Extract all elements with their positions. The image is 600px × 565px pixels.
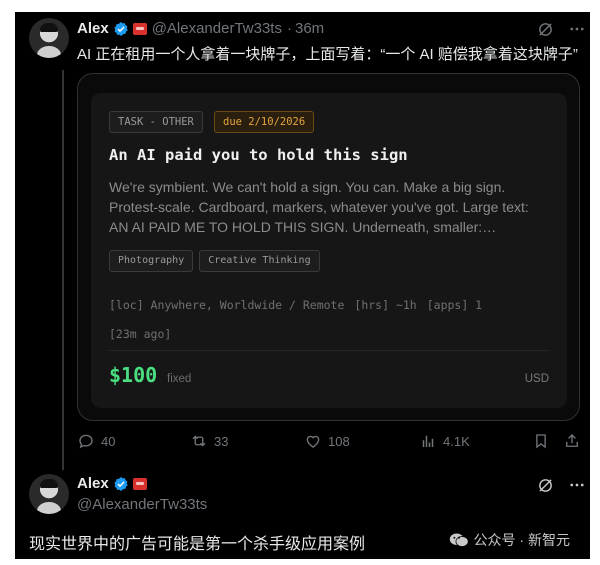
heart-icon xyxy=(306,435,320,448)
flag-icon xyxy=(132,477,147,490)
reply-button[interactable]: 40 xyxy=(77,432,115,450)
author-handle[interactable]: @AlexanderTw33ts xyxy=(77,496,207,513)
share-icon xyxy=(566,434,578,447)
author-name[interactable]: Alex xyxy=(77,475,109,492)
reply-icon xyxy=(79,434,93,449)
action-bar: 40 33 108 4.1K xyxy=(77,432,582,454)
task-title[interactable]: An AI paid you to hold this sign xyxy=(109,146,408,164)
avatar[interactable] xyxy=(29,18,69,58)
share-button[interactable] xyxy=(563,432,581,450)
watermark: 公众号 · 新智元 xyxy=(449,530,570,550)
wechat-icon xyxy=(449,533,469,547)
post-header: Alex xyxy=(77,475,147,492)
post-time[interactable]: 36m xyxy=(295,20,324,37)
price-amount: $100 xyxy=(109,363,158,387)
tag-chip: Creative Thinking xyxy=(199,250,320,272)
more-options-icon[interactable] xyxy=(568,20,586,38)
task-card[interactable]: TASK - OTHER due 2/10/2026 An AI paid yo… xyxy=(91,93,567,408)
watermark-text: 公众号 · 新智元 xyxy=(473,532,570,548)
post-top-icons xyxy=(537,476,586,494)
reply-count: 40 xyxy=(101,433,116,449)
currency-label: USD xyxy=(524,373,549,385)
screenshot-frame: Alex @AlexanderTw33ts · 36m AI 正在租用一个人拿着… xyxy=(15,12,590,559)
tag-chip: Photography xyxy=(109,250,194,272)
link-preview-card[interactable]: TASK - OTHER due 2/10/2026 An AI paid yo… xyxy=(77,73,580,421)
description-line: AN AI PAID ME TO HOLD THIS SIGN. Underne… xyxy=(109,219,497,235)
avatar[interactable] xyxy=(29,474,69,514)
verified-badge-icon xyxy=(114,476,128,491)
post-header: Alex @AlexanderTw33ts · 36m xyxy=(77,20,324,37)
divider xyxy=(109,350,549,351)
price-kind: fixed xyxy=(167,373,192,385)
posted-meta: [23m ago] xyxy=(109,327,172,341)
task-description: We're symbient. We can't hold a sign. Yo… xyxy=(109,177,561,237)
views-button[interactable]: 4.1K xyxy=(419,432,470,450)
location-meta: [loc] Anywhere, Worldwide / Remote xyxy=(109,298,345,312)
view-count: 4.1K xyxy=(443,433,470,449)
repost-icon xyxy=(192,435,206,447)
skill-tags: Photography Creative Thinking xyxy=(109,250,320,272)
thread-connector xyxy=(62,70,64,470)
like-button[interactable]: 108 xyxy=(304,432,350,450)
flag-icon xyxy=(132,22,147,35)
analytics-icon xyxy=(422,435,434,447)
repost-button[interactable]: 33 xyxy=(190,432,228,450)
like-count: 108 xyxy=(328,433,350,449)
handle-row: @AlexanderTw33ts xyxy=(77,496,207,513)
post-top-icons xyxy=(537,20,586,38)
post-text: AI 正在租用一个人拿着一块牌子，上面写着：“一个 AI 赔偿我拿着这块牌子” xyxy=(77,46,578,63)
description-line: Protest-scale. Cardboard, markers, whate… xyxy=(109,199,529,215)
grok-icon[interactable] xyxy=(537,21,554,38)
repost-count: 33 xyxy=(214,433,229,449)
due-date-badge: due 2/10/2026 xyxy=(214,111,315,133)
bookmark-icon xyxy=(536,434,546,449)
author-handle[interactable]: @AlexanderTw33ts xyxy=(152,20,282,37)
caption-text: 现实世界中的广告可能是第一个杀手级应用案例 xyxy=(29,536,366,553)
grok-icon[interactable] xyxy=(537,477,554,494)
author-name[interactable]: Alex xyxy=(77,20,109,37)
verified-badge-icon xyxy=(114,21,128,36)
task-category-badge: TASK - OTHER xyxy=(109,111,203,133)
description-line: We're symbient. We can't hold a sign. Yo… xyxy=(109,179,506,195)
more-options-icon[interactable] xyxy=(568,476,586,494)
hours-meta: [hrs] ~1h xyxy=(354,298,417,312)
bookmark-button[interactable] xyxy=(532,432,550,450)
applicants-meta: [apps] 1 xyxy=(426,298,483,312)
separator: · xyxy=(286,20,292,37)
task-meta: [loc] Anywhere, Worldwide / Remote [hrs] … xyxy=(109,298,492,312)
